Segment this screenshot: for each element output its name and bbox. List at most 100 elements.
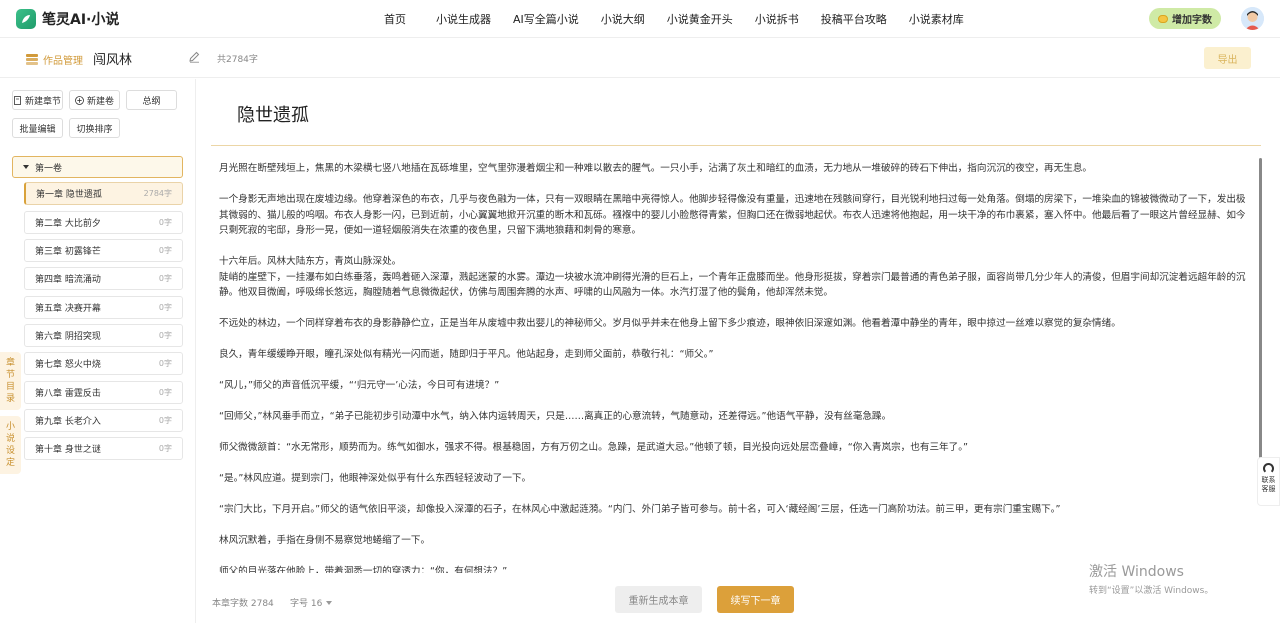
- chapter-title: 第六章 阴招突现: [35, 332, 101, 342]
- chapter-title: 第十章 身世之谜: [35, 445, 101, 455]
- paragraph: “是。”林风应道。提到宗门，他眼神深处似乎有什么东西轻轻波动了一下。: [219, 473, 532, 484]
- paragraph: “风儿，”师父的声音低沉平缓，“‘归元守一’心法，今日可有进境？”: [219, 380, 500, 391]
- tab-char: 说: [5, 434, 15, 444]
- headset-icon: [1263, 463, 1274, 474]
- batch-edit-button[interactable]: 批量编辑: [12, 118, 63, 138]
- chapter-text-editor[interactable]: 月光照在断壁残垣上，焦黑的木梁横七竖八地插在瓦砾堆里，空气里弥漫着烟尘和一种难以…: [219, 161, 1253, 573]
- service-label-2: 客服: [1261, 485, 1276, 493]
- paragraph: “回师父，”林风垂手而立，“弟子已能初步引动潭中水气，纳入体内运转周天，只是………: [219, 411, 892, 422]
- paragraph: 不远处的林边，一个同样穿着布衣的身影静静伫立，正是当年从废墟中救出婴儿的神秘师父…: [219, 318, 1121, 329]
- title-divider: [211, 145, 1261, 146]
- volume-header[interactable]: 第一卷: [12, 156, 183, 178]
- chapter-item[interactable]: 第四章 暗流涌动 0字: [24, 267, 183, 290]
- paragraph: 十六年后。风林大陆东方，青岚山脉深处。 陡峭的崖壁下，一挂瀑布如白练垂落，轰鸣着…: [219, 256, 1246, 298]
- nav-item-book-breakdown[interactable]: 小说拆书: [755, 11, 799, 27]
- watermark-title: 激活 Windows: [1089, 564, 1184, 580]
- chapter-item[interactable]: 第一章 隐世遗孤 2784字: [24, 182, 183, 205]
- tab-char: 录: [5, 394, 15, 404]
- switch-sort-label: 切换排序: [76, 124, 113, 135]
- service-label-1: 联系: [1261, 476, 1276, 484]
- chapter-heading[interactable]: 隐世遗孤: [237, 101, 309, 127]
- chapter-sidebar: 新建章节 新建卷 总纲 批量编辑 切换排序 第一卷 第一章 隐世遗孤 2784字…: [0, 79, 196, 623]
- outline-button[interactable]: 总纲: [126, 90, 177, 110]
- chapter-title: 第二章 大比前夕: [35, 219, 101, 229]
- outline-label: 总纲: [142, 96, 161, 107]
- chapter-item[interactable]: 第三章 初露锋芒 0字: [24, 239, 183, 262]
- export-button[interactable]: 导出: [1204, 47, 1251, 69]
- chapter-item[interactable]: 第七章 怒火中烧 0字: [24, 352, 183, 375]
- nav-item-home[interactable]: 首页: [384, 11, 406, 27]
- font-size-value: 字号 16: [290, 599, 323, 609]
- switch-sort-button[interactable]: 切换排序: [69, 118, 120, 138]
- new-chapter-label: 新建章节: [24, 96, 61, 107]
- paragraph: 林风沉默着，手指在身侧不易察觉地蜷缩了一下。: [219, 535, 431, 546]
- new-volume-button[interactable]: 新建卷: [69, 90, 120, 110]
- chapter-word-count: 2784字: [143, 189, 172, 198]
- book-title: 闯风林: [93, 53, 133, 68]
- chapter-title: 第四章 暗流涌动: [35, 275, 101, 285]
- editor-scrollbar[interactable]: [1259, 158, 1262, 488]
- customer-service-button[interactable]: 联系 客服: [1257, 457, 1280, 506]
- chevron-down-icon: [326, 600, 333, 605]
- volume-title: 第一卷: [35, 163, 63, 174]
- paragraph: “宗门大比，下月开启。”师父的语气依旧平淡，却像投入深潭的石子，在林风心中激起涟…: [219, 504, 1061, 515]
- tab-char: 定: [5, 458, 15, 468]
- chapter-item[interactable]: 第十章 身世之谜 0字: [24, 437, 183, 460]
- watermark-subtitle: 转到“设置”以激活 Windows。: [1089, 586, 1214, 596]
- continue-next-chapter-button[interactable]: 续写下一章: [717, 586, 794, 613]
- nav-item-material-library[interactable]: 小说素材库: [909, 11, 964, 27]
- top-nav: 笔灵AI·小说 首页 小说生成器 AI写全篇小说 小说大纲 小说黄金开头 小说拆…: [0, 0, 1280, 38]
- nav-item-outline[interactable]: 小说大纲: [601, 11, 645, 27]
- chapter-word-count: 0字: [158, 246, 172, 255]
- tab-char: 小: [5, 422, 15, 432]
- regenerate-chapter-button[interactable]: 重新生成本章: [615, 586, 702, 613]
- chapter-word-count: 0字: [158, 444, 172, 453]
- new-volume-label: 新建卷: [86, 96, 114, 107]
- works-management-link[interactable]: 作品管理: [26, 52, 83, 67]
- tab-char: 目: [5, 382, 15, 392]
- editor-header: 作品管理 闯风林 共2784字 导出: [0, 38, 1280, 78]
- coin-icon: [1158, 14, 1168, 23]
- new-chapter-button[interactable]: 新建章节: [12, 90, 63, 110]
- tab-char: 节: [5, 370, 15, 380]
- logo-icon: [16, 9, 36, 29]
- chapter-item[interactable]: 第五章 决赛开幕 0字: [24, 296, 183, 319]
- nav-item-novel-generator[interactable]: 小说生成器: [436, 11, 491, 27]
- caret-down-icon: [23, 165, 29, 169]
- font-size-select[interactable]: 字号 16: [290, 596, 333, 609]
- chapter-word-count: 0字: [158, 274, 172, 283]
- layers-icon: [26, 54, 38, 65]
- logo[interactable]: 笔灵AI·小说: [16, 9, 119, 29]
- tab-char: 设: [5, 446, 15, 456]
- chapter-title: 第七章 怒火中烧: [35, 360, 101, 370]
- chapter-word-count: 0字: [158, 303, 172, 312]
- paragraph: 月光照在断壁残垣上，焦黑的木梁横七竖八地插在瓦砾堆里，空气里弥漫着烟尘和一种难以…: [219, 163, 1093, 174]
- add-words-button[interactable]: 增加字数: [1149, 8, 1221, 29]
- new-chapter-icon: [14, 95, 21, 105]
- avatar[interactable]: [1241, 7, 1264, 30]
- novel-settings-tab[interactable]: 小 说 设 定: [0, 416, 21, 474]
- batch-edit-label: 批量编辑: [19, 124, 56, 135]
- app-name: 笔灵AI·小说: [42, 12, 120, 28]
- chapter-title: 第九章 长老介入: [35, 417, 101, 427]
- chapter-item[interactable]: 第九章 长老介入 0字: [24, 409, 183, 432]
- tab-char: 章: [5, 358, 15, 368]
- chapter-word-count: 0字: [158, 218, 172, 227]
- chapter-word-count: 0字: [158, 416, 172, 425]
- paragraph: 师父微微颔首：“水无常形，顺势而为。练气如御水，强求不得。根基稳固，方有万仞之山…: [219, 442, 968, 453]
- nav-item-submission-guide[interactable]: 投稿平台攻略: [821, 11, 887, 27]
- nav-item-golden-opening[interactable]: 小说黄金开头: [667, 11, 733, 27]
- chapter-word-count: 0字: [158, 331, 172, 340]
- chapter-word-count: 0字: [158, 388, 172, 397]
- nav-item-ai-full-novel[interactable]: AI写全篇小说: [513, 11, 579, 27]
- chapter-title: 第八章 雷霆反击: [35, 389, 101, 399]
- chapter-item[interactable]: 第八章 雷霆反击 0字: [24, 381, 183, 404]
- total-word-count: 共2784字: [217, 55, 258, 65]
- chapter-catalog-tab[interactable]: 章 节 目 录: [0, 352, 21, 410]
- add-words-label: 增加字数: [1172, 15, 1212, 26]
- chapter-item[interactable]: 第二章 大比前夕 0字: [24, 211, 183, 234]
- paragraph: 一个身影无声地出现在废墟边缘。他穿着深色的布衣，几乎与夜色融为一体，只有一双眼睛…: [219, 194, 1246, 236]
- chapter-title: 第一章 隐世遗孤: [36, 190, 102, 200]
- edit-title-icon[interactable]: [188, 51, 200, 63]
- chapter-item[interactable]: 第六章 阴招突现 0字: [24, 324, 183, 347]
